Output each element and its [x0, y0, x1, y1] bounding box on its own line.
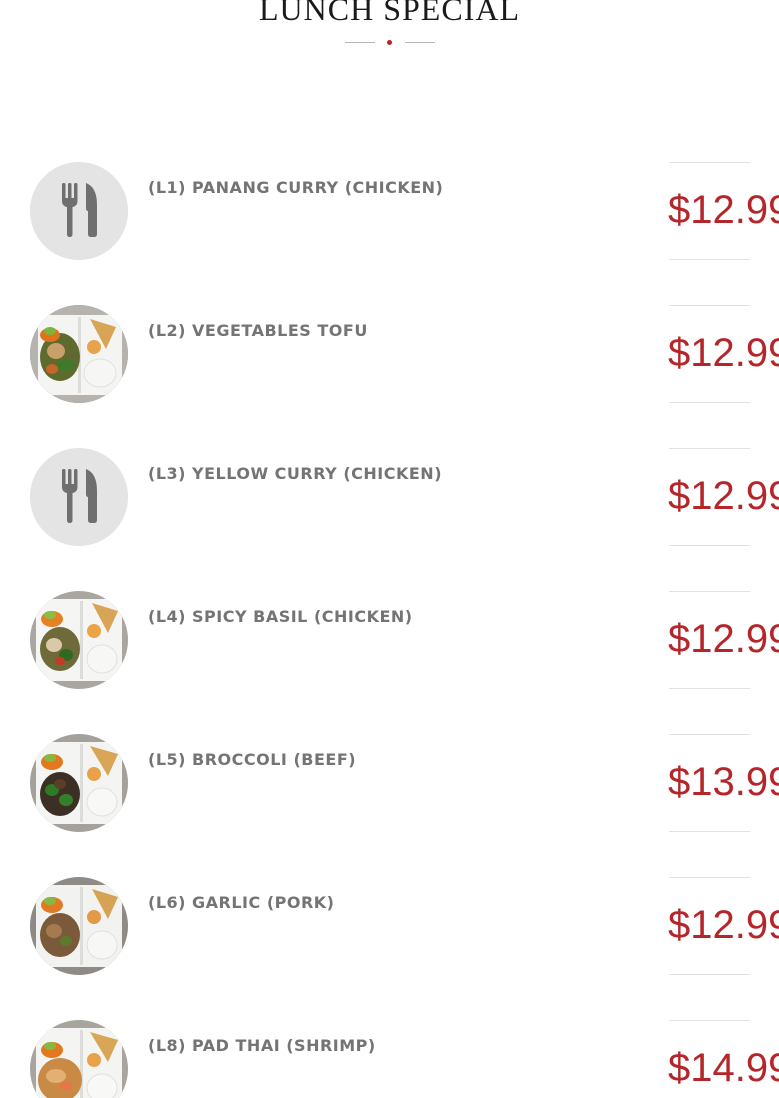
item-name: (L2) VEGETABLES TOFU	[148, 321, 368, 340]
item-name: (L6) GARLIC (PORK)	[148, 893, 335, 912]
item-price: $14.99	[668, 1046, 779, 1090]
item-name: (L8) PAD THAI (SHRIMP)	[148, 1036, 376, 1055]
menu-item-l1[interactable]: (L1) PANANG CURRY (CHICKEN) $12.99	[0, 162, 779, 262]
item-price: $12.99	[668, 617, 779, 661]
item-price: $13.99	[668, 760, 779, 804]
item-price: $12.99	[668, 331, 779, 375]
title-divider	[345, 38, 435, 47]
section-title: LUNCH SPECIAL	[258, 0, 520, 27]
menu-item-l8[interactable]: (L8) PAD THAI (SHRIMP) $14.99	[0, 1020, 779, 1098]
item-price: $12.99	[668, 188, 779, 232]
food-photo	[30, 734, 128, 832]
divider-line-right	[405, 42, 435, 43]
divider-dot	[387, 40, 392, 45]
food-photo	[30, 877, 128, 975]
item-name: (L3) YELLOW CURRY (CHICKEN)	[148, 464, 443, 483]
food-photo	[30, 305, 128, 403]
item-name: (L5) BROCCOLI (BEEF)	[148, 750, 357, 769]
menu-item-l5[interactable]: (L5) BROCCOLI (BEEF) $13.99	[0, 734, 779, 834]
food-photo	[30, 591, 128, 689]
menu-item-l2[interactable]: (L2) VEGETABLES TOFU $12.99	[0, 305, 779, 405]
item-name: (L1) PANANG CURRY (CHICKEN)	[148, 178, 444, 197]
food-photo	[30, 1020, 128, 1098]
menu-item-l6[interactable]: (L6) GARLIC (PORK) $12.99	[0, 877, 779, 977]
utensils-icon	[30, 162, 128, 260]
utensils-icon	[30, 448, 128, 546]
item-price: $12.99	[668, 474, 779, 518]
divider-line-left	[345, 42, 375, 43]
menu-item-l3[interactable]: (L3) YELLOW CURRY (CHICKEN) $12.99	[0, 448, 779, 548]
item-price: $12.99	[668, 903, 779, 947]
lunch-special-page: LUNCH SPECIAL (L1) PANANG CURRY (CHICKEN…	[0, 0, 779, 1098]
menu-item-l4[interactable]: (L4) SPICY BASIL (CHICKEN) $12.99	[0, 591, 779, 691]
item-name: (L4) SPICY BASIL (CHICKEN)	[148, 607, 413, 626]
